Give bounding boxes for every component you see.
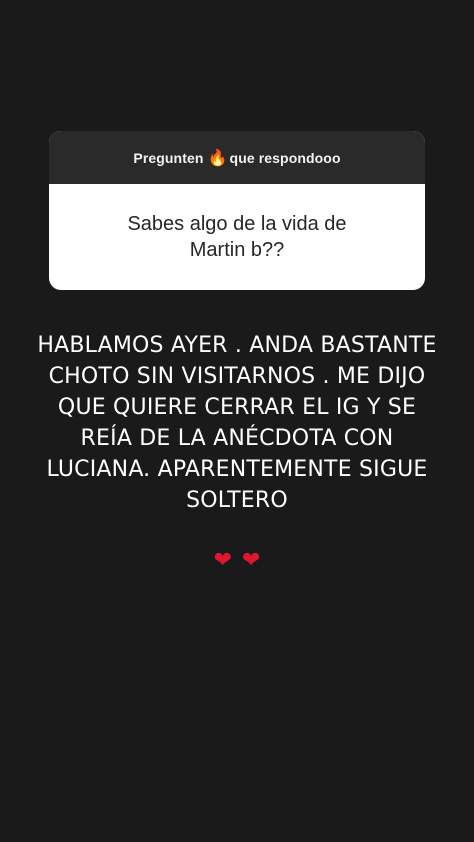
heart-icon: ❤ [213,547,232,572]
hearts-row: ❤ ❤ [0,546,474,574]
answer-text: HABLAMOS AYER . ANDA BASTANTE CHOTO SIN … [37,333,437,513]
question-text: Sabes algo de la vida de Martin b?? [127,213,347,261]
prompt-text-after: que respondooo [229,149,341,166]
question-prompt: Pregunten 🔥 que respondooo [49,131,425,184]
question-sticker[interactable]: Pregunten 🔥 que respondooo Sabes algo de… [49,131,425,290]
heart-icon: ❤ [242,547,261,572]
fire-icon: 🔥 [207,149,228,167]
story-canvas: Pregunten 🔥 que respondooo Sabes algo de… [0,0,474,842]
prompt-text-before: Pregunten [133,149,204,166]
